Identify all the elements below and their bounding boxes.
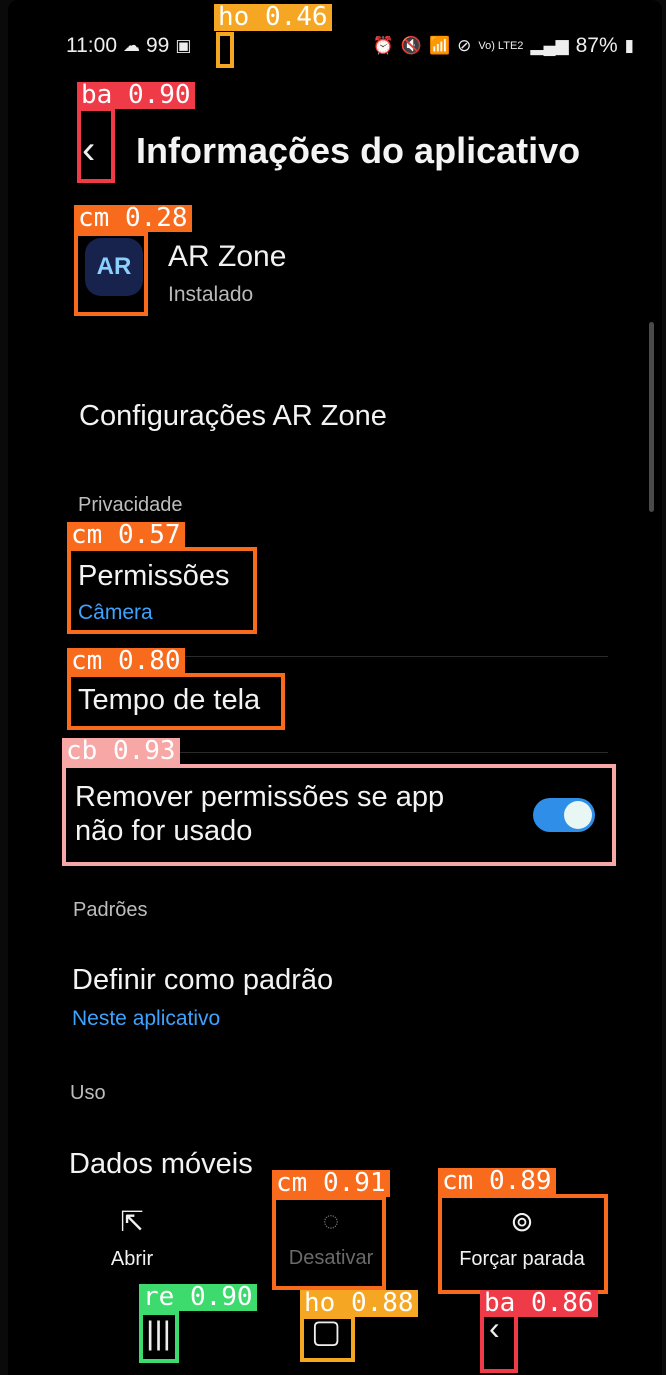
open-label: Abrir <box>110 1248 154 1270</box>
detection-label-nav-back: ba 0.86 <box>480 1290 598 1317</box>
scrollbar[interactable] <box>649 322 654 512</box>
wifi-icon: 📶 <box>428 36 451 55</box>
remove-permissions-line-1: Remover permissões se app <box>75 781 445 813</box>
status-bar: 11:00 ☁ 99 ▣ ⏰ 🔇 📶 ⊘ Vo) LTE2 ▂▄▆ 87% ▮ <box>66 34 634 64</box>
disable-icon: ◌ <box>322 1205 340 1236</box>
signal-icon: ▂▄▆ <box>530 36 569 55</box>
mute-icon: 🔇 <box>400 36 422 55</box>
detection-label-back: ba 0.90 <box>77 82 195 109</box>
detection-label-force-stop: cm 0.89 <box>438 1168 556 1195</box>
app-settings-row[interactable]: Configurações AR Zone <box>79 400 387 433</box>
cloud-icon: ☁ <box>123 36 140 55</box>
section-defaults: Padrões <box>73 899 148 921</box>
volte-indicator: Vo) LTE2 <box>478 39 524 52</box>
app-name: AR Zone <box>168 240 287 273</box>
open-button[interactable]: ⇱ Abrir <box>92 1205 172 1271</box>
remove-permissions-row[interactable]: Remover permissões se app não for usado <box>75 780 515 848</box>
screen-time-row[interactable]: Tempo de tela <box>78 684 260 717</box>
detection-label-screen-time: cm 0.80 <box>67 648 185 675</box>
section-privacy: Privacidade <box>78 494 183 516</box>
permissions-subtitle: Câmera <box>78 601 153 624</box>
mobile-data-row[interactable]: Dados móveis <box>69 1148 253 1181</box>
alarm-icon: ⏰ <box>372 36 394 55</box>
detection-label-app-icon: cm 0.28 <box>74 205 192 232</box>
status-time: 11:00 <box>66 34 117 57</box>
detection-label-recent-apps: re 0.90 <box>139 1284 257 1311</box>
section-usage: Uso <box>70 1082 106 1104</box>
remove-permissions-toggle[interactable] <box>533 798 595 832</box>
detection-label-ho-top: ho 0.46 <box>214 4 332 31</box>
do-not-disturb-icon: ⊘ <box>457 36 472 55</box>
app-icon-text: AR <box>96 253 132 280</box>
page-title: Informações do aplicativo <box>136 130 581 171</box>
detection-label-remove-permissions: cb 0.93 <box>62 738 180 765</box>
toggle-knob <box>564 801 592 829</box>
detection-label-home: ho 0.88 <box>300 1290 418 1317</box>
notification-count: 99 <box>146 34 170 57</box>
open-external-icon: ⇱ <box>120 1206 144 1237</box>
disable-button[interactable]: ◌ Desativar <box>276 1205 386 1270</box>
force-stop-button[interactable]: ⊚ Forçar parada <box>442 1205 602 1271</box>
permissions-title: Permissões <box>78 560 230 592</box>
set-default-title: Definir como padrão <box>72 964 334 996</box>
disable-label: Desativar <box>288 1247 374 1269</box>
detection-label-disable: cm 0.91 <box>272 1170 390 1197</box>
set-default-subtitle: Neste aplicativo <box>72 1007 221 1030</box>
battery-icon: ▮ <box>624 36 634 55</box>
detection-label-permissions: cm 0.57 <box>67 522 185 549</box>
remove-permissions-line-2: não for usado <box>75 815 253 847</box>
gallery-icon: ▣ <box>175 36 192 55</box>
permissions-row[interactable]: Permissões Câmera <box>78 560 608 630</box>
battery-percent: 87% <box>575 34 618 57</box>
back-button[interactable]: ‹ <box>82 128 95 173</box>
set-default-row[interactable]: Definir como padrão Neste aplicativo <box>72 964 602 1031</box>
force-stop-icon: ⊚ <box>510 1206 534 1237</box>
app-install-status: Instalado <box>168 283 254 306</box>
recent-apps-button[interactable]: ||| <box>146 1315 171 1352</box>
force-stop-label: Forçar parada <box>459 1248 585 1270</box>
app-icon: AR <box>85 238 143 296</box>
